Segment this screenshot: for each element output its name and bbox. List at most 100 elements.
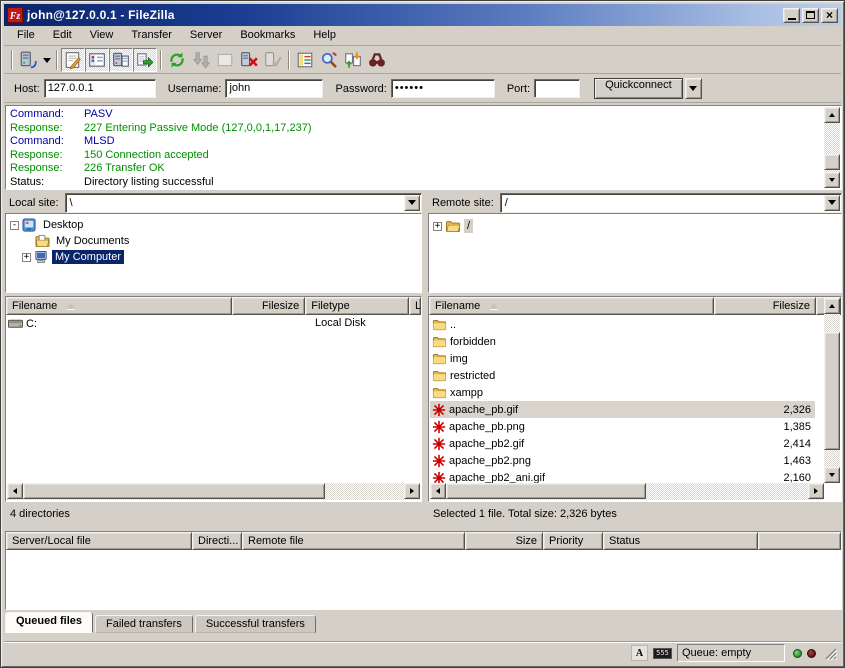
menu-transfer[interactable]: Transfer <box>122 27 181 44</box>
menu-file[interactable]: File <box>8 27 44 44</box>
quickconnect-dropdown-button[interactable] <box>685 78 702 99</box>
local-file-row[interactable]: C: Local Disk <box>6 315 421 332</box>
remote-file-name: img <box>450 353 715 365</box>
remote-file-size: 1,463 <box>715 455 815 467</box>
local-column-filesize[interactable]: Filesize <box>232 297 305 315</box>
expand-icon[interactable]: + <box>22 253 31 262</box>
toggle-remote-tree-button[interactable] <box>109 48 133 72</box>
expand-icon[interactable]: + <box>433 222 442 231</box>
scroll-up-button[interactable] <box>824 298 840 314</box>
process-queue-icon <box>192 51 210 69</box>
remote-file-row[interactable]: apache_pb2.png 1,463 <box>430 452 815 469</box>
tree-item-root[interactable]: + / <box>433 218 841 234</box>
tree-item-my-computer[interactable]: + My Computer <box>10 249 421 265</box>
scrollbar-thumb[interactable] <box>446 483 646 499</box>
scroll-up-button[interactable] <box>824 107 840 123</box>
remote-column-filename[interactable]: Filename <box>429 297 714 315</box>
scrollbar-thumb[interactable] <box>824 154 840 170</box>
local-site-combo[interactable]: \ <box>65 193 422 213</box>
remote-file-row[interactable]: restricted <box>430 367 815 384</box>
window-title: john@127.0.0.1 - FileZilla <box>27 8 175 22</box>
remote-column-filesize[interactable]: Filesize <box>714 297 816 315</box>
queue-column-server-local-file[interactable]: Server/Local file <box>6 532 192 550</box>
menu-help[interactable]: Help <box>304 27 345 44</box>
menu-bookmarks[interactable]: Bookmarks <box>231 27 304 44</box>
chevron-down-icon <box>408 200 416 205</box>
reconnect-button[interactable] <box>261 48 285 72</box>
tree-item-label: My Documents <box>53 234 132 248</box>
username-input[interactable]: john <box>225 79 323 98</box>
close-button[interactable]: × <box>821 8 838 23</box>
scrollbar-thumb[interactable] <box>23 483 325 499</box>
toolbar-separator <box>160 50 162 70</box>
folder-icon <box>432 335 447 349</box>
toggle-queue-button[interactable] <box>133 48 157 72</box>
scroll-right-button[interactable] <box>404 483 420 499</box>
queue-column-priority[interactable]: Priority <box>543 532 603 550</box>
remote-file-row[interactable]: xampp <box>430 384 815 401</box>
tab-failed-transfers[interactable]: Failed transfers <box>95 615 193 633</box>
local-horizontal-scrollbar[interactable] <box>7 483 420 500</box>
tree-item-label: My Computer <box>52 250 124 264</box>
remote-file-row-selected[interactable]: apache_pb.gif 2,326 <box>430 401 815 418</box>
minimize-button[interactable] <box>783 8 800 23</box>
local-site-combo-dropdown[interactable] <box>404 195 420 211</box>
local-column-filetype[interactable]: Filetype <box>305 297 409 315</box>
menu-edit[interactable]: Edit <box>44 27 81 44</box>
tree-item-my-documents[interactable]: My Documents <box>10 233 421 249</box>
menu-server[interactable]: Server <box>181 27 231 44</box>
remote-file-row[interactable]: img <box>430 350 815 367</box>
remote-file-row[interactable]: apache_pb2.gif 2,414 <box>430 435 815 452</box>
remote-file-size: 2,326 <box>715 404 815 416</box>
host-input[interactable]: 127.0.0.1 <box>44 79 156 98</box>
toggle-local-tree-button[interactable] <box>85 48 109 72</box>
remote-site-combo[interactable]: / <box>500 193 842 213</box>
cancel-operation-button[interactable] <box>213 48 237 72</box>
site-manager-button[interactable] <box>16 48 40 72</box>
arrow-down-icon <box>829 473 835 477</box>
toggle-message-log-button[interactable] <box>61 48 85 72</box>
collapse-icon[interactable]: - <box>10 221 19 230</box>
queue-column-remote-file[interactable]: Remote file <box>242 532 465 550</box>
quickconnect-button[interactable]: Quickconnect <box>594 78 683 99</box>
scroll-down-button[interactable] <box>824 172 840 188</box>
queue-column-size[interactable]: Size <box>465 532 543 550</box>
find-files-button[interactable] <box>365 48 389 72</box>
remote-file-row[interactable]: apache_pb.png 1,385 <box>430 418 815 435</box>
process-queue-button[interactable] <box>189 48 213 72</box>
remote-site-bar: Remote site: / <box>428 192 842 213</box>
log-vertical-scrollbar[interactable] <box>824 107 840 188</box>
maximize-button[interactable] <box>802 8 819 23</box>
remote-vertical-scrollbar[interactable] <box>824 298 840 483</box>
port-input[interactable] <box>534 79 580 98</box>
synchronized-browsing-button[interactable] <box>341 48 365 72</box>
queue-column-direction[interactable]: Directi... <box>192 532 242 550</box>
password-input[interactable]: •••••• <box>391 79 495 98</box>
directory-compare-button[interactable] <box>317 48 341 72</box>
local-column-truncated[interactable]: L <box>409 297 421 315</box>
scroll-right-button[interactable] <box>808 483 824 499</box>
site-manager-dropdown-button[interactable] <box>40 49 53 71</box>
scroll-down-button[interactable] <box>824 467 840 483</box>
menu-view[interactable]: View <box>81 27 123 44</box>
reconnect-icon <box>264 51 282 69</box>
scrollbar-thumb[interactable] <box>824 332 840 450</box>
remote-file-row[interactable]: .. <box>430 316 815 333</box>
tab-successful-transfers[interactable]: Successful transfers <box>195 615 316 633</box>
tab-queued-files[interactable]: Queued files <box>5 612 93 633</box>
scroll-left-button[interactable] <box>7 483 23 499</box>
local-column-filename[interactable]: Filename <box>6 297 232 315</box>
svg-text:Fz: Fz <box>9 11 21 22</box>
tree-item-desktop[interactable]: - Desktop <box>10 217 421 233</box>
queue-column-status[interactable]: Status <box>603 532 758 550</box>
disconnect-button[interactable] <box>237 48 261 72</box>
resize-grip[interactable] <box>823 646 837 660</box>
remote-horizontal-scrollbar[interactable] <box>430 483 824 500</box>
directory-filter-button[interactable] <box>293 48 317 72</box>
scroll-left-button[interactable] <box>430 483 446 499</box>
refresh-button[interactable] <box>165 48 189 72</box>
title-bar[interactable]: Fz john@127.0.0.1 - FileZilla × <box>4 4 841 26</box>
remote-site-combo-dropdown[interactable] <box>824 195 840 211</box>
refresh-icon <box>168 51 186 69</box>
remote-file-row[interactable]: forbidden <box>430 333 815 350</box>
